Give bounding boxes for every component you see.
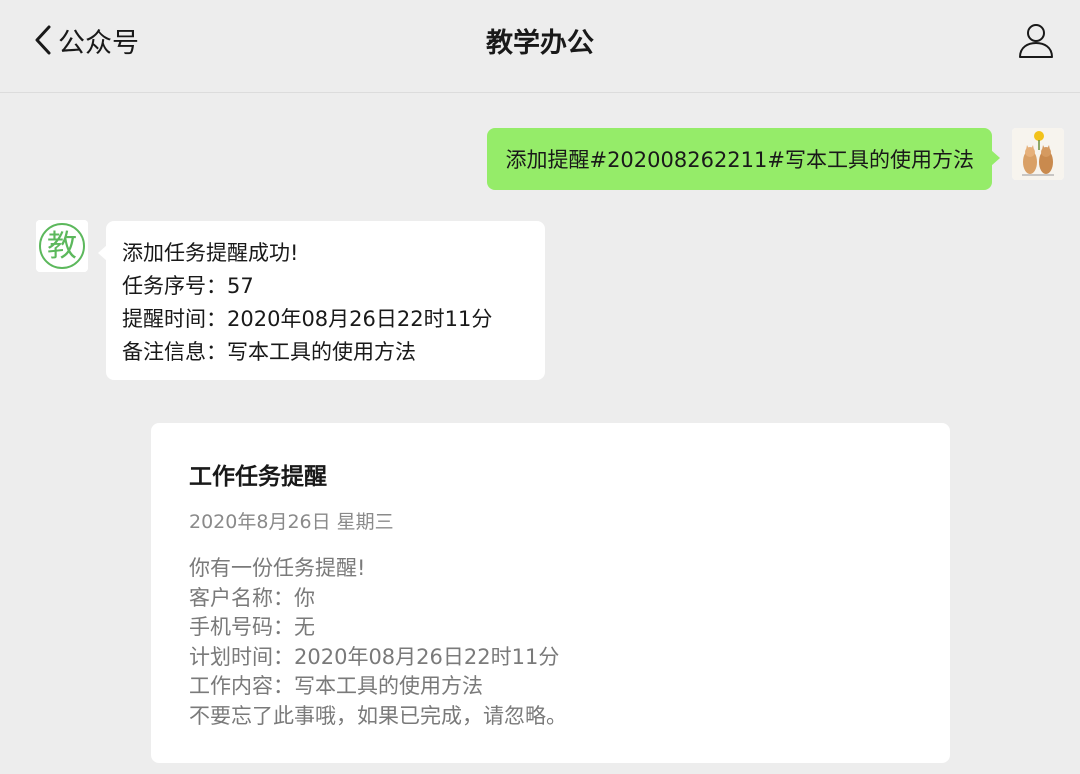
reply-line: 备注信息：写本工具的使用方法 (122, 340, 416, 364)
bot-avatar[interactable]: 教 (36, 220, 88, 272)
user-avatar[interactable] (1012, 128, 1064, 180)
card-line: 计划时间：2020年08月26日22时11分 (189, 644, 560, 669)
incoming-message-bubble[interactable]: 添加任务提醒成功! 任务序号：57 提醒时间：2020年08月26日22时11分… (98, 221, 545, 380)
card-body: 你有一份任务提醒! 客户名称：你 手机号码：无 计划时间：2020年08月26日… (189, 554, 912, 731)
card-line: 不要忘了此事哦，如果已完成，请忽略。 (189, 703, 567, 728)
reply-line: 添加任务提醒成功! (122, 241, 299, 265)
card-line: 客户名称：你 (189, 585, 315, 610)
outgoing-message-text: 添加提醒#202008262211#写本工具的使用方法 (505, 148, 974, 172)
card-line: 工作内容：写本工具的使用方法 (189, 674, 483, 698)
page-title: 教学办公 (486, 28, 594, 59)
bot-avatar-logo: 教 (36, 220, 88, 272)
top-bar: 公众号 教学办公 (0, 0, 1080, 93)
reply-line: 任务序号：57 (122, 274, 254, 298)
task-reminder-card[interactable]: 工作任务提醒 2020年8月26日 星期三 你有一份任务提醒! 客户名称：你 手… (151, 423, 950, 763)
profile-button[interactable] (1016, 21, 1056, 61)
card-line: 你有一份任务提醒! (189, 556, 366, 580)
bot-avatar-glyph: 教 (47, 229, 77, 264)
card-title: 工作任务提醒 (189, 464, 327, 490)
card-date: 2020年8月26日 星期三 (189, 511, 394, 533)
reply-line: 提醒时间：2020年08月26日22时11分 (122, 307, 493, 331)
outgoing-message-bubble[interactable]: 添加提醒#202008262211#写本工具的使用方法 (487, 128, 1000, 190)
card-line: 手机号码：无 (189, 615, 315, 639)
person-icon (1019, 24, 1053, 58)
cats-illustration-icon (1012, 128, 1064, 180)
